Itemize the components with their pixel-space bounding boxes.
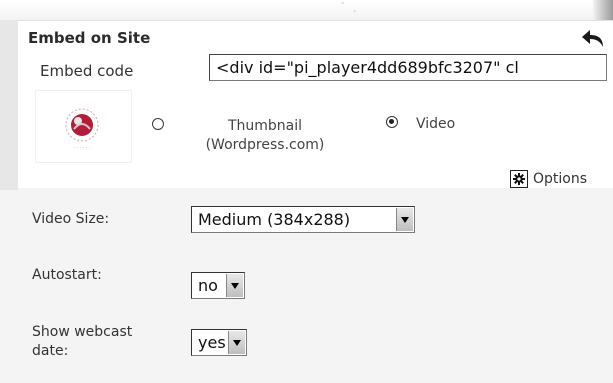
video-radio[interactable] <box>386 116 398 128</box>
video-size-value: Medium (384x288) <box>198 210 351 229</box>
back-arrow-icon[interactable] <box>581 27 609 49</box>
show-webcast-date-label-line1: Show webcast <box>32 324 133 340</box>
autostart-select[interactable]: no <box>191 272 245 299</box>
council-logo: · · · · · · <box>36 91 131 162</box>
embed-code-label: Embed code <box>40 62 134 80</box>
video-label: Video <box>416 116 456 132</box>
show-webcast-date-value: yes <box>198 333 226 352</box>
video-size-select[interactable]: Medium (384x288) <box>191 206 415 233</box>
options-label: Options <box>533 171 588 187</box>
top-right-corner <box>593 0 613 22</box>
embed-title: Embed on Site <box>28 29 151 47</box>
gear-icon <box>510 170 528 188</box>
thumbnail-label: Thumbnail (Wordpress.com) <box>186 117 344 155</box>
embed-on-site-panel: Embed on Site Embed code · · · · · · Thu… <box>18 20 613 188</box>
embed-code-field[interactable] <box>209 54 607 81</box>
chevron-down-icon <box>228 331 245 354</box>
autostart-value: no <box>198 276 218 295</box>
svg-text:· · · · · ·: · · · · · · <box>73 145 91 151</box>
left-edge <box>0 20 19 190</box>
thumbnail-label-line1: Thumbnail <box>227 118 303 134</box>
player-settings-panel: Video Size: Medium (384x288) Autostart: … <box>18 188 613 383</box>
chevron-down-icon <box>396 208 413 231</box>
show-webcast-date-label: Show webcast date: <box>32 323 132 361</box>
options-button[interactable]: Options <box>510 169 587 189</box>
show-webcast-date-select[interactable]: yes <box>191 329 247 356</box>
decorative-top-mark: ˘ ˛ <box>340 2 360 13</box>
video-size-label: Video Size: <box>32 211 110 227</box>
show-webcast-date-label-line2: date: <box>32 343 69 359</box>
autostart-label: Autostart: <box>32 267 102 283</box>
top-strip: ˘ ˛ <box>0 0 613 22</box>
thumbnail-label-line2: (Wordpress.com) <box>205 137 325 153</box>
chevron-down-icon <box>226 274 243 297</box>
thumbnail-radio[interactable] <box>152 118 164 130</box>
